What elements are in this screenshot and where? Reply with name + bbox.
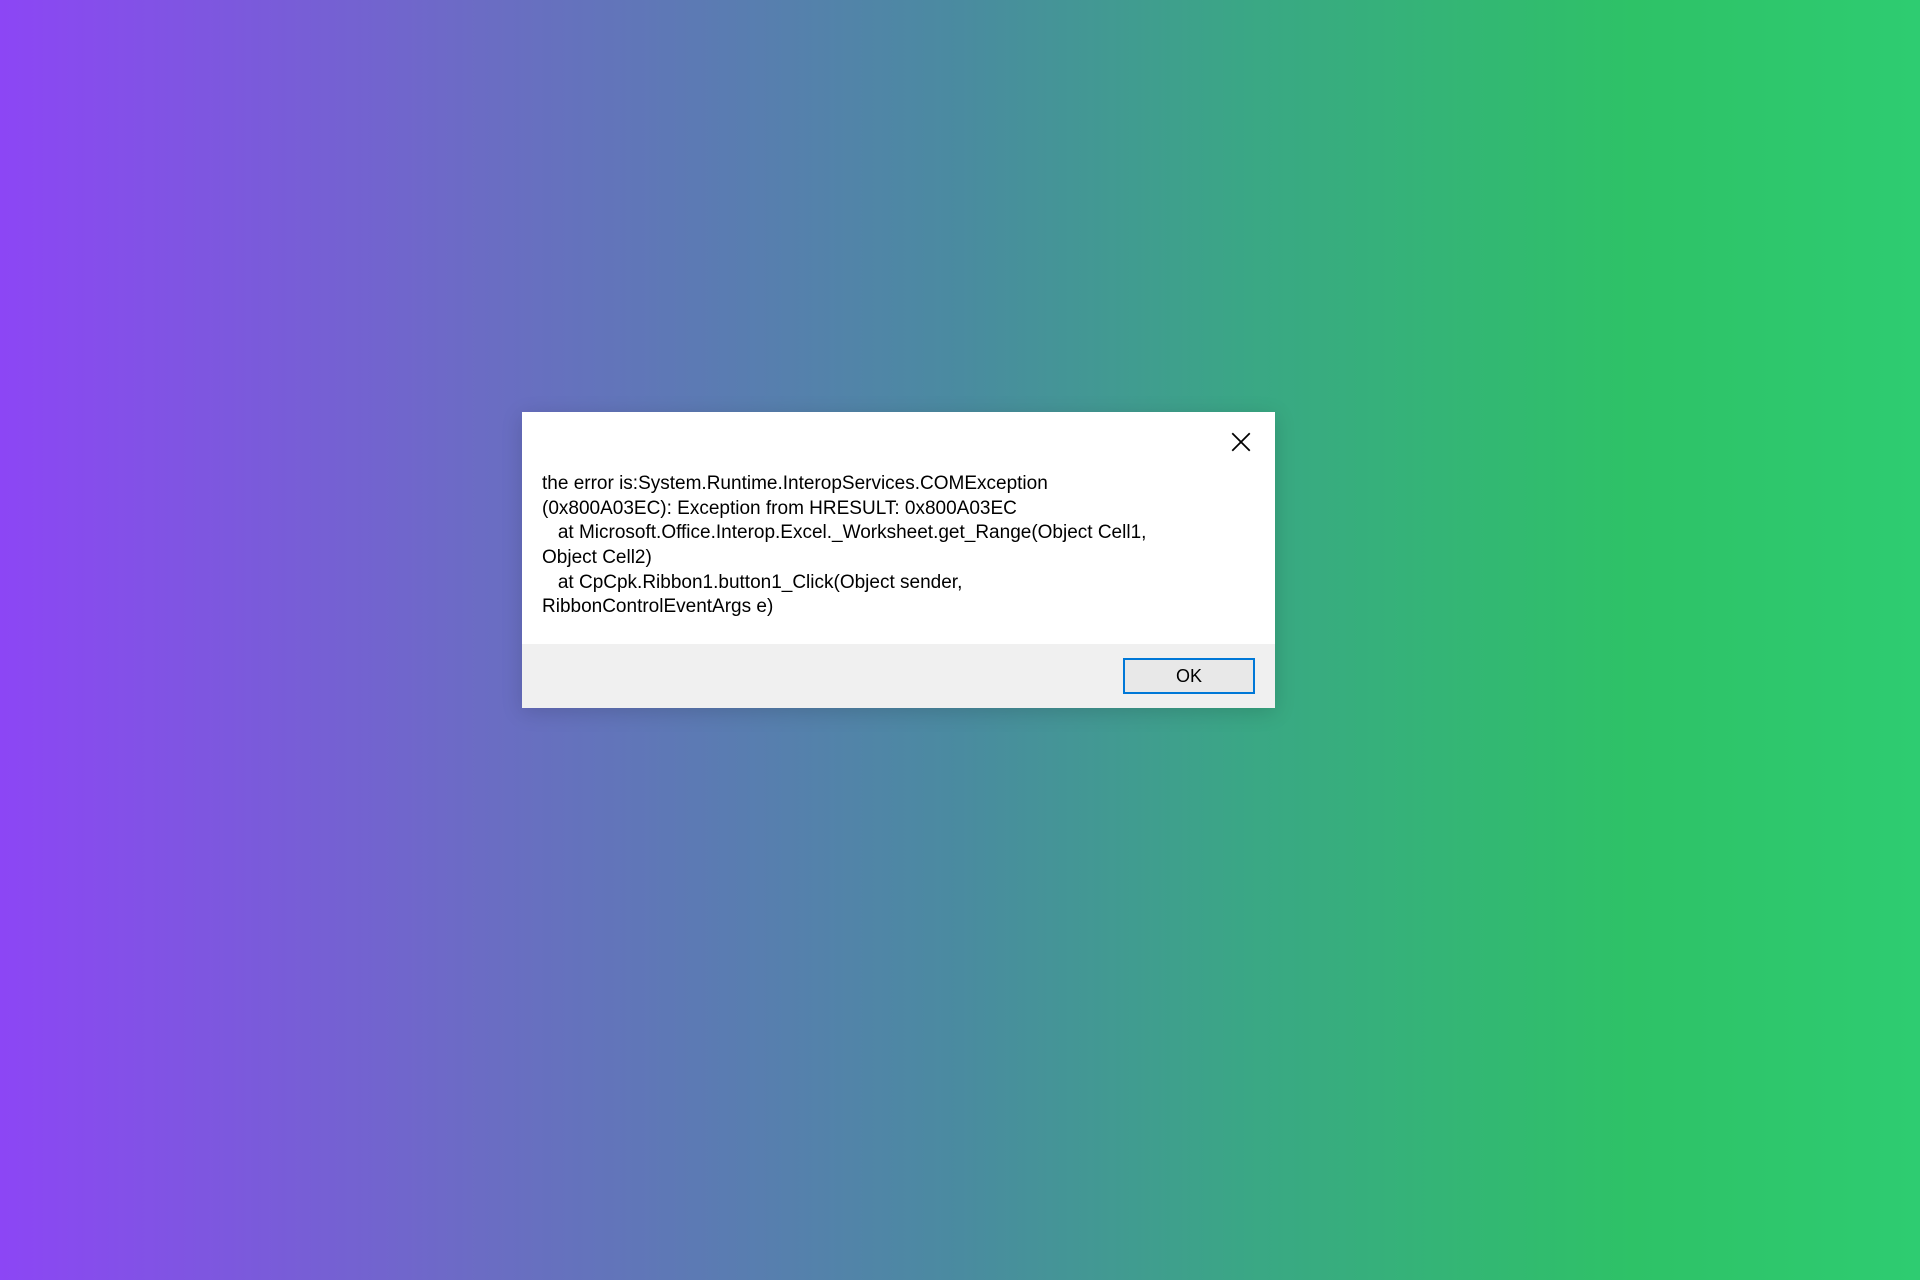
ok-button[interactable]: OK	[1123, 658, 1255, 694]
error-message-line: RibbonControlEventArgs e)	[542, 595, 1255, 620]
error-message-line: (0x800A03EC): Exception from HRESULT: 0x…	[542, 497, 1255, 522]
close-icon	[1231, 432, 1251, 452]
close-button[interactable]	[1221, 422, 1261, 462]
error-dialog: the error is:System.Runtime.InteropServi…	[522, 412, 1275, 708]
error-message-line: at CpCpk.Ribbon1.button1_Click(Object se…	[542, 571, 1255, 596]
error-message-line: at Microsoft.Office.Interop.Excel._Works…	[542, 521, 1255, 546]
dialog-button-area: OK	[522, 644, 1275, 708]
error-message-line: Object Cell2)	[542, 546, 1255, 571]
error-message-line: the error is:System.Runtime.InteropServi…	[542, 472, 1255, 497]
dialog-titlebar	[522, 412, 1275, 472]
dialog-content: the error is:System.Runtime.InteropServi…	[522, 472, 1275, 644]
